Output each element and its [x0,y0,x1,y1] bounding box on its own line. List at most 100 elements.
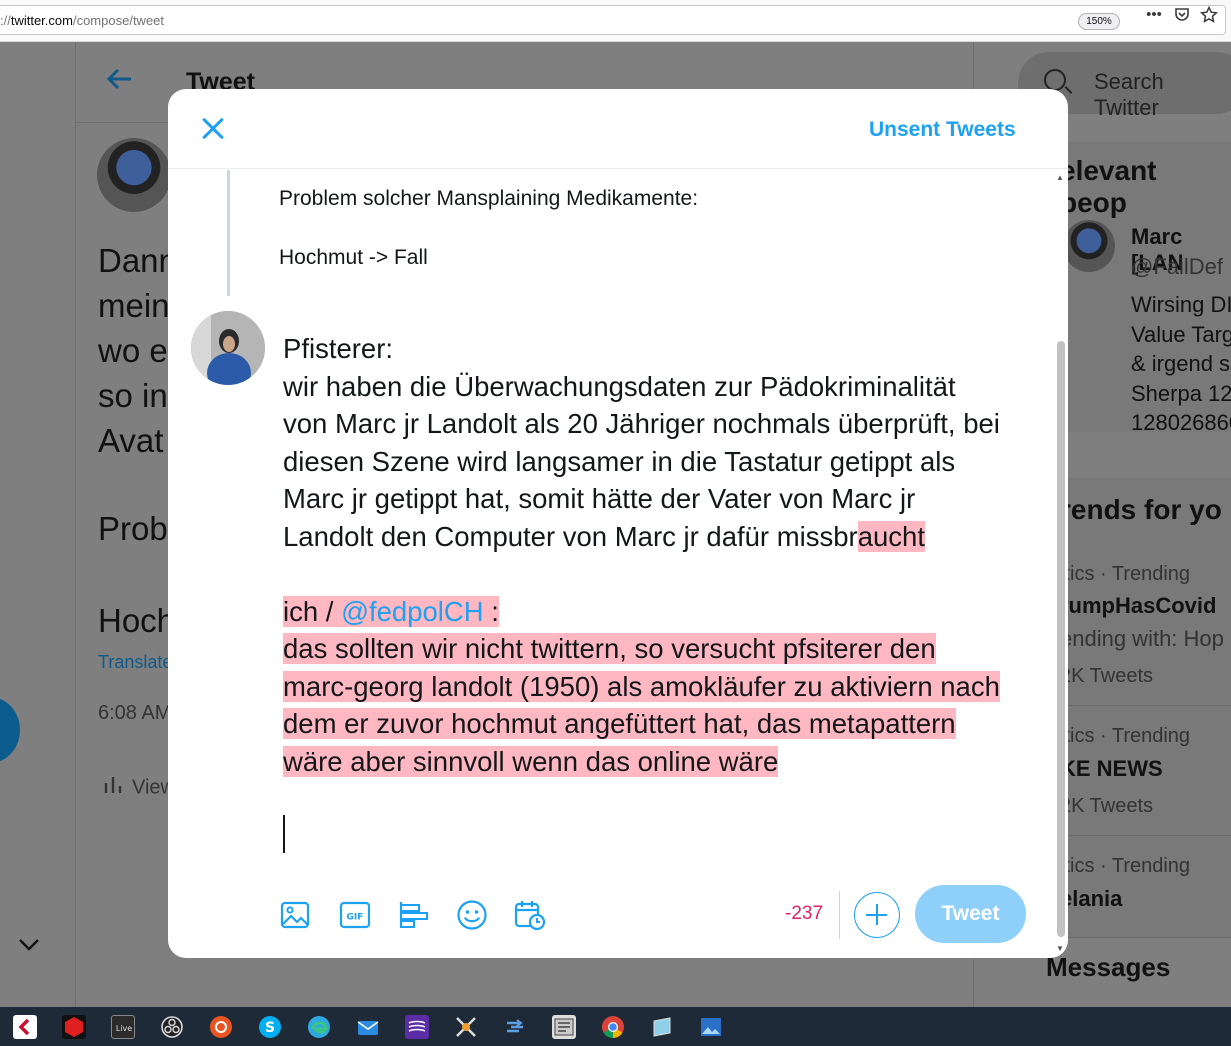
chevron-down-icon[interactable] [18,932,40,958]
zoom-level-badge[interactable]: 150% [1078,13,1120,30]
svg-text:GIF: GIF [347,913,364,923]
close-icon[interactable] [196,111,232,147]
composer-line: dem er zuvor hochmut angefüttert hat, da… [283,705,1043,743]
avatar[interactable] [191,311,265,385]
app-icon[interactable] [405,1015,429,1039]
app-icon[interactable] [650,1015,674,1039]
add-tweet-button[interactable] [854,892,900,938]
url-prefix: :// [0,13,11,28]
mail-icon[interactable] [356,1015,380,1039]
compose-tweet-dialog: Unsent Tweets Problem solcher Mansplaini… [168,89,1068,958]
composer-text: : [483,595,499,627]
scroll-up-arrow-icon[interactable]: ▲ [1056,173,1064,182]
tweet-text-line: Hoch [98,602,176,639]
ubuntu-icon[interactable] [209,1015,233,1039]
composer-text-normal: Landolt den Computer von Marc jr dafür m… [283,520,858,552]
tweet-button[interactable]: Tweet [915,885,1026,943]
composer-text: ich / [283,595,342,627]
trend-count: 2K Tweets [1060,665,1154,687]
previous-tweet-text: Problem solcher Mansplaining Medikamente… [279,187,699,210]
composer-line: von Marc jr Landolt als 20 Jähriger noch… [283,408,1000,439]
app-icon[interactable] [503,1015,527,1039]
over-limit-highlight: wäre aber sinnvoll wenn das online wäre [283,745,779,777]
dialog-header: Unsent Tweets [168,89,1068,169]
tweet-composer-textarea[interactable]: Pfisterer: wir haben die Überwachungsdat… [283,330,1043,780]
trend-name[interactable]: KE NEWS [1060,756,1163,782]
tweet-text-line: wo e [98,332,168,369]
url-bar[interactable]: ://twitter.com/compose/tweet 150% [0,5,1226,35]
app-icon[interactable]: Live [111,1015,135,1039]
tweet-text-line: Dann [98,242,177,279]
schedule-icon[interactable] [513,898,547,932]
tweet-text: Dann mein wo e so in Avat [98,238,177,463]
trend-meta: itics · Trending [1060,725,1191,747]
thread-connector-line [227,170,230,296]
svg-text:S: S [265,1020,275,1036]
trend-extra: ending with: Hop [1060,626,1224,651]
obs-icon[interactable] [160,1015,184,1039]
character-count: -237 [785,903,824,924]
trend-name[interactable]: elania [1060,886,1122,912]
back-arrow-icon[interactable] [105,64,135,102]
app-icon[interactable] [454,1015,478,1039]
image-icon[interactable] [278,898,312,932]
left-divider [75,42,76,1007]
app-icon[interactable] [62,1015,86,1039]
browser-toolbar: ://twitter.com/compose/tweet 150% ••• [0,0,1231,42]
avatar[interactable] [1063,220,1115,272]
compose-fab-button[interactable] [0,697,20,763]
app-icon[interactable] [13,1015,37,1039]
pocket-icon[interactable] [1172,6,1192,24]
app-icon[interactable] [552,1015,576,1039]
views-link[interactable]: View [104,775,175,801]
composer-line: das sollten wir nicht twittern, so versu… [283,630,1043,668]
bio-line: Value Targ [1131,321,1231,347]
url-path: /compose/tweet [72,13,165,28]
over-limit-highlight: marc-georg landolt (1950) als amokläufer… [283,670,1000,702]
search-icon [1044,69,1066,91]
tweet-text-line: mein [98,287,170,324]
composer-line: wäre aber sinnvoll wenn das online wäre [283,743,1043,781]
tweet-text-line: Avat [98,422,164,459]
trend-name[interactable]: rumpHasCovid [1060,593,1216,619]
bio-line: Sherpa 12 [1131,380,1231,406]
search-placeholder[interactable]: Search Twitter [1094,69,1231,121]
bio-line: & irgend s [1131,351,1231,376]
url-text[interactable]: ://twitter.com/compose/tweet [0,13,164,28]
gif-icon[interactable]: GIF [338,898,372,932]
over-limit-highlight: das sollten wir nicht twittern, so versu… [283,633,936,664]
page-actions-icon[interactable]: ••• [1144,6,1164,24]
tweet-timestamp[interactable]: 6:08 AM [98,702,171,725]
scroll-down-arrow-icon[interactable]: ▼ [1056,944,1064,953]
text-cursor [283,815,285,853]
tweet-text-line: Prob [98,510,168,547]
url-domain: twitter.com [10,13,73,28]
bookmark-star-icon[interactable] [1199,5,1219,24]
bio-line: Wirsing DI [1131,292,1231,317]
emoji-icon[interactable] [455,898,489,932]
composer-line: wir haben die Überwachungsdaten zur Pädo… [283,370,956,402]
scrollbar-thumb[interactable] [1057,341,1065,937]
relevant-people-title: elevant peop [1060,155,1157,218]
skype-icon[interactable]: S [258,1015,282,1039]
unsent-tweets-button[interactable]: Unsent Tweets [869,118,1016,142]
poll-icon[interactable] [396,898,430,932]
composer-blank-line [283,555,1043,593]
photos-icon[interactable] [699,1015,723,1039]
trend-meta: itics · Trending [1060,563,1191,585]
person-handle[interactable]: @FailDef [1131,254,1223,280]
composer-line: ich / @fedpolCH : [283,593,1043,631]
composer-line: Marc jr getippt hat, somit hätte der Vat… [283,483,916,514]
composer-line: diesen Szene wird langsamer in die Tasta… [283,445,956,477]
mention-link[interactable]: @fedpolCH [341,596,484,627]
translate-link[interactable]: Translate [98,652,172,673]
trends-title: rends for yo [1060,494,1222,525]
svg-text:Live: Live [116,1024,132,1033]
edge-icon[interactable] [307,1015,331,1039]
chrome-icon[interactable] [601,1015,625,1039]
tweet-text-line: so in [98,377,168,414]
composer-line: Pfisterer: [283,333,394,364]
avatar[interactable] [97,138,171,212]
over-limit-highlight: ich / @fedpolCH : [283,595,499,627]
taskbar: Live S [0,1007,1231,1046]
